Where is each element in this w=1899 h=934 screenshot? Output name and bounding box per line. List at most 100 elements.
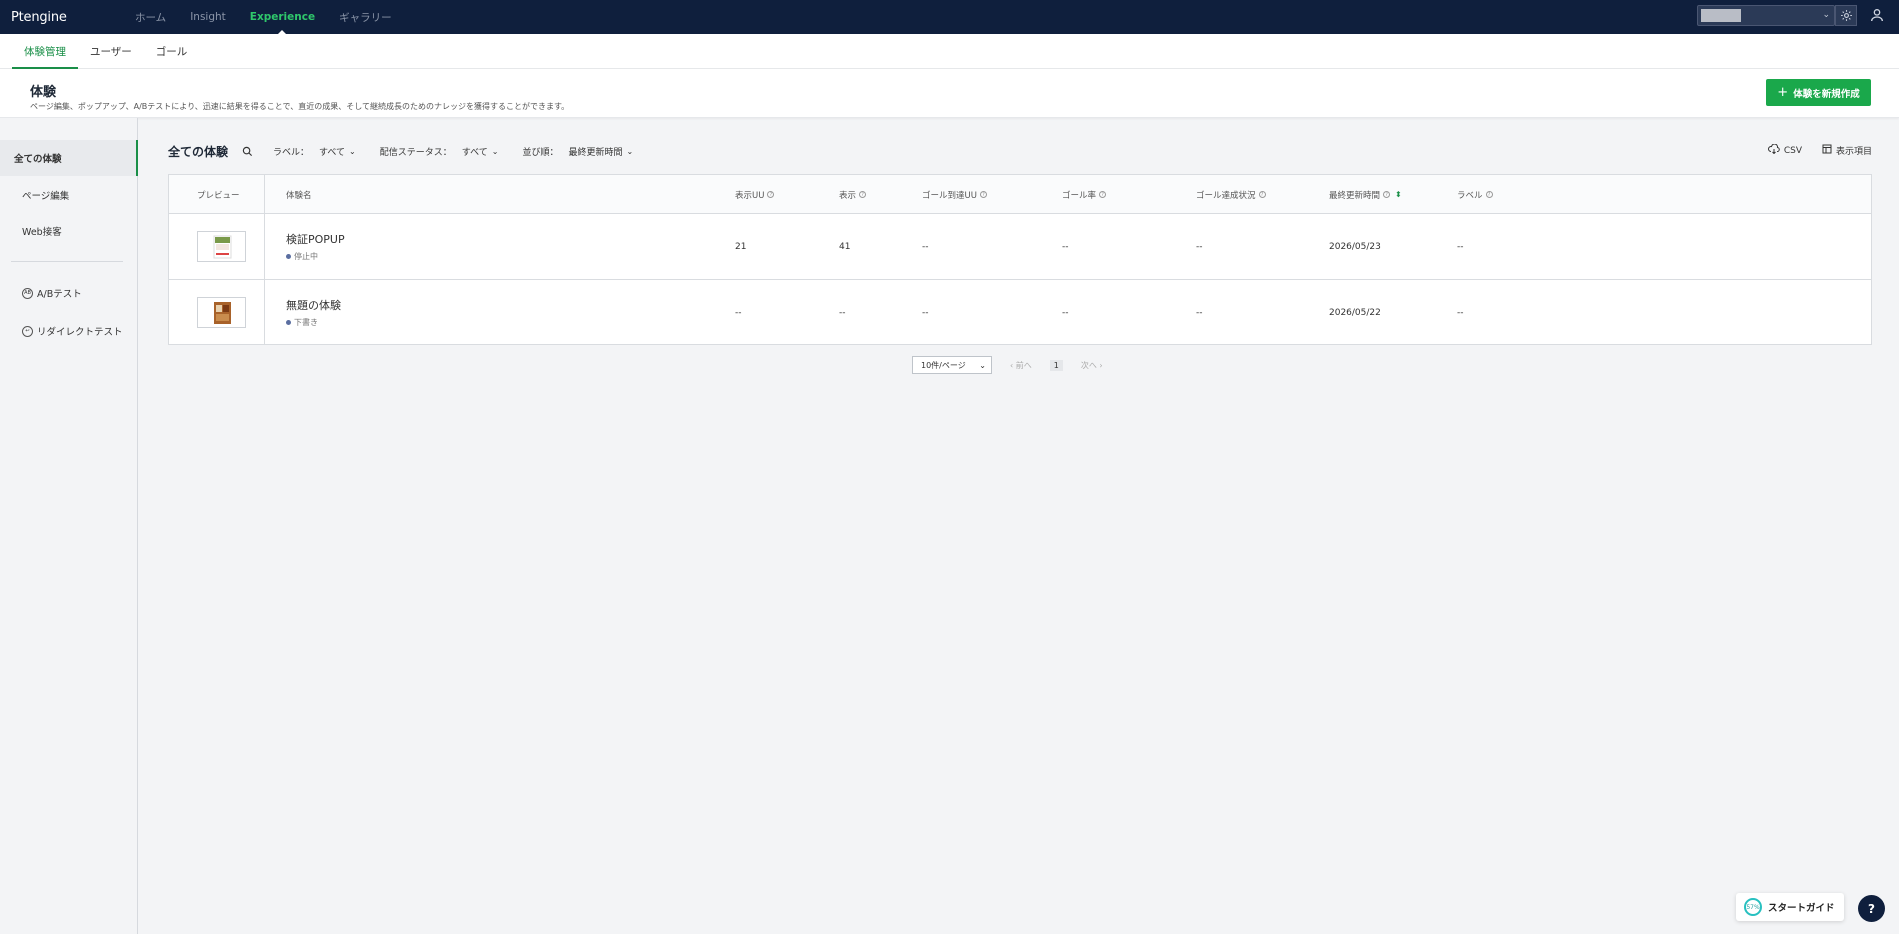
sidebar-item-page-edit[interactable]: ページ編集 (0, 177, 138, 213)
display-uu-cell: -- (735, 308, 742, 318)
col-goal-uu: ゴール到達UU? (922, 175, 987, 214)
filter-label[interactable]: ラベル： すべて ⌄ (273, 145, 356, 158)
goal-rate-cell: -- (1062, 308, 1069, 318)
nav-experience[interactable]: Experience (238, 0, 327, 34)
plus-icon: + (1777, 85, 1789, 100)
label-cell: -- (1457, 242, 1464, 252)
chevron-down-icon: ⌄ (1822, 10, 1830, 20)
gear-icon[interactable] (1835, 5, 1857, 26)
csv-button[interactable]: CSV (1767, 143, 1802, 157)
filter-delivery-status[interactable]: 配信ステータス： すべて ⌄ (380, 145, 499, 158)
next-page-button[interactable]: 次へ › (1081, 360, 1103, 371)
nav-insight[interactable]: Insight (178, 0, 238, 34)
sidebar-item-label: A/Bテスト (37, 289, 82, 300)
sidebar-item-label: Web接客 (22, 227, 62, 238)
chevron-down-icon: ⌄ (349, 146, 356, 156)
help-icon[interactable]: ? (859, 191, 867, 198)
start-guide-label: スタートガイド (1768, 903, 1835, 914)
filter-sort-order[interactable]: 並び順： 最終更新時間 ⌄ (522, 145, 633, 158)
csv-label: CSV (1783, 145, 1802, 156)
top-nav: Ptengine ホーム Insight Experience ギャラリー ⌄ (0, 0, 1899, 34)
display-columns-label: 表示項目 (1835, 147, 1872, 157)
status-badge: 停止中 (286, 251, 318, 262)
sidebar-item-web-service[interactable]: Web接客 (0, 213, 138, 249)
start-guide-button[interactable]: 57% スタートガイド (1736, 893, 1844, 921)
project-select[interactable]: ⌄ (1697, 5, 1835, 26)
sidebar-item-all-experiences[interactable]: 全ての体験 (0, 140, 138, 176)
experience-name-cell[interactable]: 無題の体験 (286, 297, 341, 313)
help-icon[interactable]: ? (767, 191, 775, 198)
filter-sort-value: 最終更新時間 (568, 147, 623, 158)
sidebar-item-label: ページ編集 (22, 191, 70, 202)
col-goal-status: ゴール達成状況? (1196, 175, 1266, 214)
col-preview: プレビュー (197, 190, 240, 201)
prev-page-button[interactable]: ‹ 前へ (1010, 360, 1032, 371)
page-description: ページ編集、ポップアップ、A/Bテストにより、迅速に結果を得ることで、直近の成果… (30, 102, 570, 111)
filter-label-value: すべて (319, 147, 346, 158)
col-last-updated[interactable]: 最終更新時間? ⬍ (1329, 175, 1402, 214)
top-nav-items: ホーム Insight Experience ギャラリー (123, 0, 404, 34)
experience-name-link[interactable]: 検証POPUP (286, 233, 345, 246)
table-row[interactable]: 無題の体験 下書き -- -- -- -- -- 2026/05/22 -- (169, 279, 1871, 344)
sidebar: 全ての体験 ページ編集 Web接客 AB A/Bテスト ↩ リダイレクトテスト (0, 118, 138, 934)
toolbar-actions: CSV 表示項目 (1748, 143, 1872, 157)
page-number-current[interactable]: 1 (1049, 359, 1063, 371)
status-dot (286, 320, 291, 325)
preview-thumbnail[interactable] (197, 297, 246, 328)
col-display: 表示? (839, 175, 867, 214)
search-icon[interactable] (242, 146, 253, 157)
list-title: 全ての体験 (168, 144, 229, 159)
chevron-down-icon: ⌄ (626, 146, 634, 156)
display-uu-cell: 21 (735, 242, 747, 252)
progress-ring: 57% (1744, 898, 1762, 916)
sidebar-divider (11, 261, 123, 262)
create-experience-button[interactable]: + 体験を新規作成 (1766, 79, 1871, 106)
status-dot (286, 254, 291, 259)
label-cell: -- (1457, 308, 1464, 318)
help-button[interactable]: ? (1858, 895, 1885, 922)
experience-name-link[interactable]: 無題の体験 (286, 299, 341, 312)
page-size-select[interactable]: 10件/ページ ⌄ (912, 356, 992, 374)
experience-name-cell[interactable]: 検証POPUP (286, 231, 345, 247)
page-size-value: 10件/ページ (921, 360, 966, 370)
col-goal-rate: ゴール率? (1062, 175, 1107, 214)
goal-uu-cell: -- (922, 308, 929, 318)
goal-status-cell: -- (1196, 242, 1203, 252)
display-cell: -- (839, 308, 846, 318)
help-icon[interactable]: ? (979, 191, 987, 198)
tab-experience-management[interactable]: 体験管理 (12, 34, 78, 69)
help-icon[interactable]: ? (1099, 191, 1107, 198)
sub-nav: 体験管理 ユーザー ゴール (0, 34, 1899, 69)
preview-thumbnail[interactable] (197, 231, 246, 262)
col-experience-name: 体験名 (286, 190, 312, 201)
status-badge: 下書き (286, 317, 318, 328)
nav-gallery[interactable]: ギャラリー (327, 0, 404, 34)
sidebar-item-label: リダイレクトテスト (37, 327, 123, 338)
nav-home[interactable]: ホーム (123, 0, 178, 34)
goal-uu-cell: -- (922, 242, 929, 252)
last-updated-cell: 2026/05/22 (1329, 308, 1381, 318)
page-title: 体験 (30, 85, 57, 100)
column-divider (264, 175, 265, 344)
ab-icon: AB (22, 287, 33, 299)
table-row[interactable]: 検証POPUP 停止中 21 41 -- -- -- 2026/05/23 -- (169, 214, 1871, 279)
project-name-redacted (1701, 9, 1741, 22)
last-updated-cell: 2026/05/23 (1329, 242, 1381, 252)
help-icon[interactable]: ? (1258, 191, 1266, 198)
help-icon[interactable]: ? (1485, 191, 1493, 198)
col-label: ラベル? (1457, 175, 1493, 214)
columns-icon (1822, 144, 1832, 157)
logo[interactable]: Ptengine (11, 10, 111, 25)
filter-label-title: ラベル： (273, 147, 310, 158)
sort-desc-icon[interactable]: ⬍ (1395, 190, 1402, 199)
chevron-down-icon: ⌄ (491, 146, 499, 156)
filter-sort-title: 並び順： (522, 147, 559, 158)
user-icon[interactable] (1869, 7, 1887, 25)
experience-table: プレビュー 体験名 表示UU? 表示? ゴール到達UU? ゴール率? ゴール達成… (168, 174, 1872, 345)
display-columns-button[interactable]: 表示項目 (1822, 144, 1872, 157)
sidebar-item-ab-test[interactable]: AB A/Bテスト (0, 275, 138, 311)
help-icon[interactable]: ? (1383, 191, 1391, 198)
tab-users[interactable]: ユーザー (78, 34, 144, 68)
sidebar-item-redirect-test[interactable]: ↩ リダイレクトテスト (0, 313, 138, 349)
tab-goals[interactable]: ゴール (144, 34, 200, 68)
